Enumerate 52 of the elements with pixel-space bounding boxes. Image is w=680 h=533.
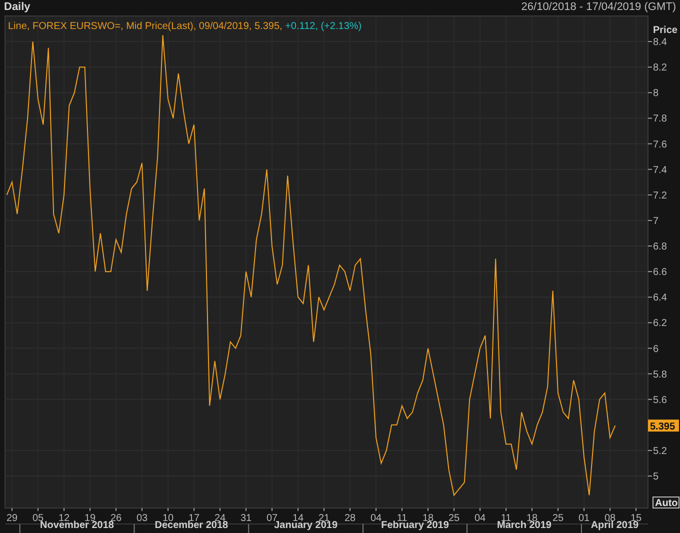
y-tick-label: 8.4 — [653, 37, 668, 48]
x-axis-label: 01 — [578, 513, 590, 524]
x-axis-label: 31 — [240, 513, 252, 524]
y-axis-tick: 5 — [648, 472, 659, 483]
y-tick-label: 5.8 — [653, 369, 668, 380]
y-axis-tick: 6.8 — [648, 242, 667, 253]
y-axis-tick: 8 — [648, 88, 659, 100]
y-axis-tick: 6 — [648, 344, 659, 355]
x-axis-label: 04 — [370, 513, 382, 524]
y-axis-tick: 5.8 — [648, 369, 667, 380]
y-tick-label: 7.4 — [653, 164, 668, 176]
y-axis-tick: 6.4 — [648, 292, 667, 304]
y-tick-label: 8.2 — [653, 62, 668, 74]
date-range: 26/10/2018 - 17/04/2019 (GMT) — [521, 2, 676, 12]
y-tick-label: 8 — [653, 88, 659, 100]
x-axis-label: 04 — [474, 513, 486, 524]
y-tick-label: 7.2 — [653, 190, 668, 202]
y-axis-tick: 8.4 — [648, 37, 667, 48]
y-axis-tick: 7.4 — [648, 164, 667, 176]
y-axis-tick: 5.6 — [648, 394, 667, 406]
y-axis-tick: 7.2 — [648, 190, 667, 202]
x-axis-label: 25 — [552, 513, 564, 524]
y-tick-label: 7.8 — [653, 114, 668, 125]
last-price-tag: 5.395 — [648, 420, 679, 433]
y-axis-tick: 7.6 — [648, 139, 667, 150]
y-tick-label: 6.8 — [653, 242, 668, 253]
x-axis-label: 10 — [162, 513, 174, 524]
y-tick-label: 6.6 — [653, 267, 668, 278]
y-tick-label: 7.6 — [653, 139, 668, 150]
x-axis-label: 25 — [448, 513, 460, 524]
x-axis-label: 28 — [344, 513, 356, 524]
y-tick-label: 5 — [653, 472, 659, 483]
y-axis-tick: 8.2 — [648, 62, 667, 74]
chart-title: Daily — [4, 2, 30, 12]
y-axis-title: Price — [653, 25, 678, 36]
y-tick-label: 7 — [653, 216, 659, 227]
y-axis-tick: 7 — [648, 216, 659, 227]
y-tick-label: 5.6 — [653, 394, 668, 406]
y-tick-label: 6 — [653, 344, 659, 355]
y-tick-label: 6.4 — [653, 292, 668, 304]
y-tick-label: 5.2 — [653, 446, 668, 457]
y-axis-tick: 7.8 — [648, 114, 667, 125]
y-tick-label: 6.2 — [653, 318, 668, 330]
auto-button[interactable]: Auto — [652, 496, 680, 509]
x-axis-label: 03 — [136, 513, 148, 524]
x-axis-label: 11 — [396, 513, 408, 524]
y-axis-tick: 5.2 — [648, 446, 667, 457]
x-axis-label: 14 — [292, 513, 304, 524]
y-axis-tick: 6.6 — [648, 267, 667, 278]
x-axis-label: 29 — [6, 513, 18, 524]
y-axis-tick: 6.2 — [648, 318, 667, 330]
legend-text: Line, FOREX EURSWO=, Mid Price(Last), 09/04/2019, 5.395, +0.112, (+2.13%) — [8, 21, 362, 32]
